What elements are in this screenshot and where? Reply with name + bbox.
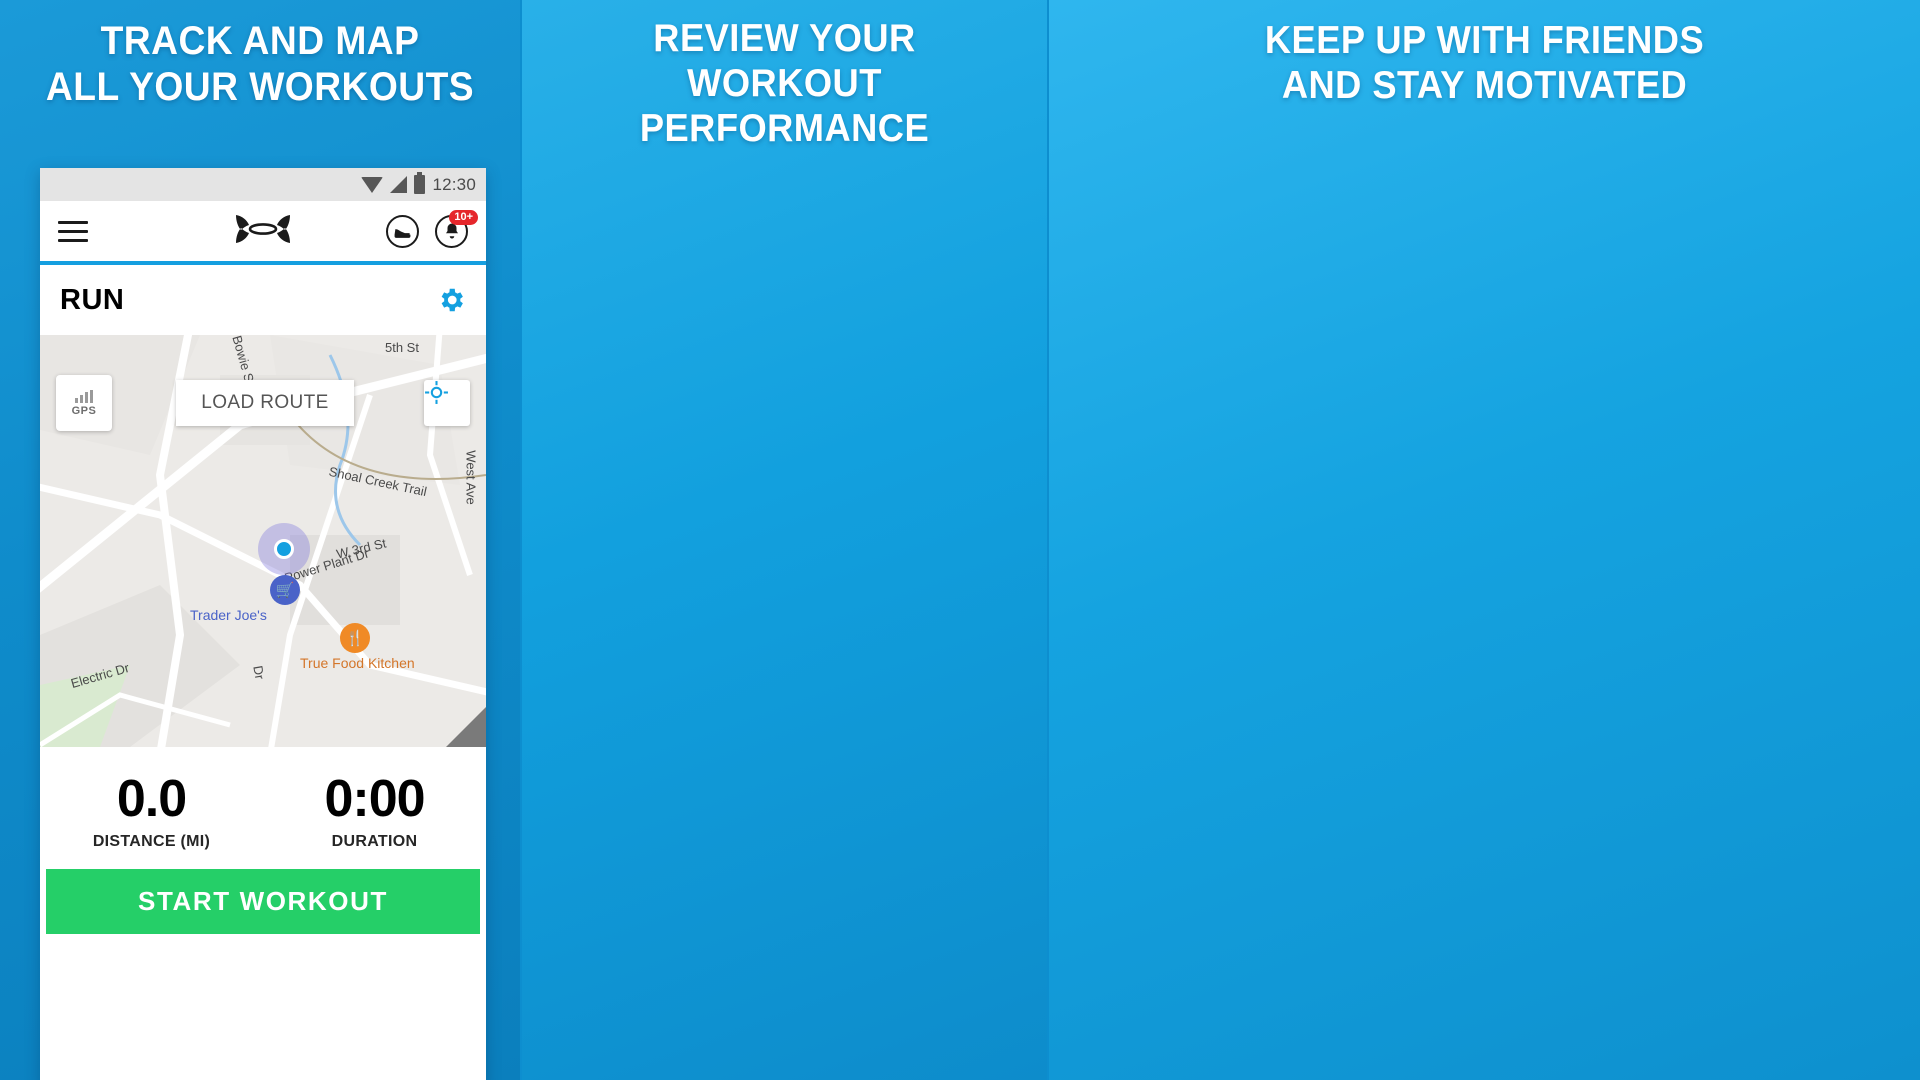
notification-badge: 10+ bbox=[449, 209, 478, 226]
battery-icon bbox=[414, 172, 426, 194]
restaurant-icon[interactable]: 🍴 bbox=[340, 623, 370, 653]
stat-distance: 0.0 DISTANCE (MI) bbox=[40, 769, 263, 851]
page-title: RUN bbox=[60, 283, 125, 316]
headline-3: KEEP UP WITH FRIENDS AND STAY MOTIVATED bbox=[1079, 0, 1889, 109]
map-poi-label[interactable]: Trader Joe's bbox=[190, 607, 267, 623]
panel-review-performance: REVIEW YOUR WORKOUT PERFORMANCE 12:30 ← … bbox=[522, 0, 1047, 1080]
headline-line-2: AND STAY MOTIVATED bbox=[1281, 63, 1688, 107]
load-route-button[interactable]: LOAD ROUTE bbox=[176, 380, 354, 426]
map-street-label: Dr bbox=[250, 664, 268, 681]
workout-stats: 0.0 DISTANCE (MI) 0:00 DURATION bbox=[40, 747, 486, 867]
run-section-bar: RUN bbox=[40, 265, 486, 335]
shoe-icon[interactable] bbox=[386, 214, 419, 248]
stat-caption: DISTANCE (MI) bbox=[92, 833, 211, 850]
under-armour-logo bbox=[232, 210, 294, 253]
headline-line-1: REVIEW YOUR bbox=[653, 17, 916, 60]
stat-caption: DURATION bbox=[331, 833, 418, 850]
phone-screen-run: 12:30 10+ RUN Bowie St 5th St Shoal Cree… bbox=[40, 168, 486, 1080]
panel-track-and-map: TRACK AND MAP ALL YOUR WORKOUTS 12:30 10… bbox=[0, 0, 520, 1080]
headline-line-1: TRACK AND MAP bbox=[100, 19, 420, 63]
map-street-label: West Ave bbox=[463, 450, 479, 505]
notification-icon[interactable]: 10+ bbox=[435, 209, 478, 248]
signal-icon bbox=[390, 176, 408, 193]
map-view[interactable]: Bowie St 5th St Shoal Creek Trail West A… bbox=[40, 335, 486, 747]
headline-1: TRACK AND MAP ALL YOUR WORKOUTS bbox=[18, 0, 502, 110]
headline-line-1: KEEP UP WITH FRIENDS bbox=[1264, 19, 1705, 62]
gear-icon[interactable] bbox=[436, 285, 466, 315]
status-time: 12:30 bbox=[432, 174, 476, 194]
status-bar: 12:30 bbox=[40, 168, 486, 201]
gps-label: GPS bbox=[71, 404, 97, 417]
crosshair-icon[interactable] bbox=[424, 380, 470, 426]
shopping-cart-icon[interactable]: 🛒 bbox=[270, 575, 300, 605]
app-bar: 10+ bbox=[40, 201, 486, 265]
start-workout-button[interactable]: START WORKOUT bbox=[46, 869, 480, 934]
panel-friends-feed: KEEP UP WITH FRIENDS AND STAY MOTIVATED … bbox=[1049, 0, 1920, 1080]
headline-2: REVIEW YOUR WORKOUT PERFORMANCE bbox=[540, 0, 1028, 152]
headline-line-2: ALL YOUR WORKOUTS bbox=[45, 65, 475, 109]
stat-value: 0.0 bbox=[116, 770, 187, 828]
gps-signal-icon bbox=[75, 389, 93, 403]
stat-duration: 0:00 DURATION bbox=[263, 769, 486, 851]
stat-value: 0:00 bbox=[324, 770, 425, 828]
gps-status-chip: GPS bbox=[56, 375, 112, 431]
wifi-icon bbox=[361, 176, 384, 193]
hamburger-icon[interactable] bbox=[58, 215, 88, 248]
map-street-label: 5th St bbox=[385, 340, 419, 355]
map-poi-label[interactable]: True Food Kitchen bbox=[300, 655, 415, 671]
headline-line-2: WORKOUT PERFORMANCE bbox=[639, 61, 930, 150]
current-location-marker bbox=[258, 523, 310, 575]
